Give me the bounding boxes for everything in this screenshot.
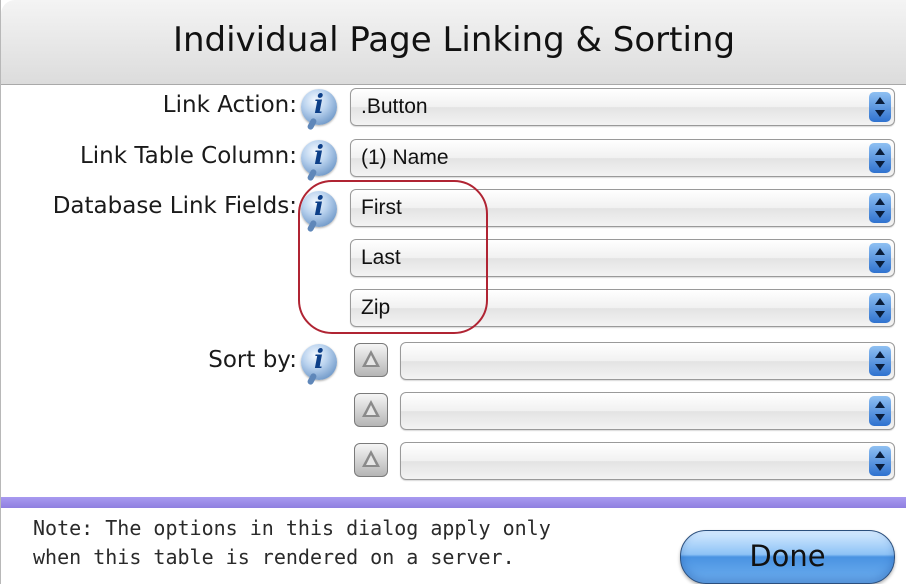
sort-field-popup-2[interactable] [400,392,895,430]
sort-direction-button[interactable] [354,393,388,427]
popup-arrows-icon [869,243,891,273]
link-table-column-label: Link Table Column: [79,143,297,169]
popup-arrows-icon [869,293,891,323]
note-line: when this table is rendered on a server. [33,545,515,569]
info-icon[interactable]: i [301,140,337,182]
popup-arrows-icon [869,396,891,426]
info-icon[interactable]: i [301,89,337,131]
sort-field-popup-1[interactable] [400,342,895,380]
sort-field-popup-3[interactable] [400,442,895,480]
database-link-fields-label: Database Link Fields: [52,193,297,219]
sort-direction-button[interactable] [354,443,388,477]
popup-arrows-icon [869,143,891,173]
separator-bar [1,497,906,508]
link-action-value: .Button [361,95,428,118]
popup-arrows-icon [869,446,891,476]
sort-direction-icon [362,450,380,467]
popup-arrows-icon [869,346,891,376]
sort-by-label: Sort by: [208,347,297,373]
dialog-window: Individual Page Linking & Sorting Link A… [0,0,906,584]
link-table-column-value: (1) Name [361,146,449,169]
link-action-label: Link Action: [162,92,297,118]
footer-note: Note: The options in this dialog apply o… [33,514,633,572]
highlight-circle [298,180,488,334]
dialog-titlebar: Individual Page Linking & Sorting [1,0,906,85]
link-action-popup[interactable]: .Button [350,88,895,126]
popup-arrows-icon [869,92,891,122]
dialog-title: Individual Page Linking & Sorting [172,20,736,60]
done-button-label: Done [749,539,826,573]
link-table-column-popup[interactable]: (1) Name [350,139,895,177]
info-icon[interactable]: i [301,344,337,386]
done-button[interactable]: Done [680,530,895,584]
note-line: Note: The options in this dialog apply o… [33,516,551,540]
sort-direction-icon [362,350,380,367]
sort-direction-button[interactable] [354,343,388,377]
popup-arrows-icon [869,193,891,223]
sort-direction-icon [362,400,380,417]
